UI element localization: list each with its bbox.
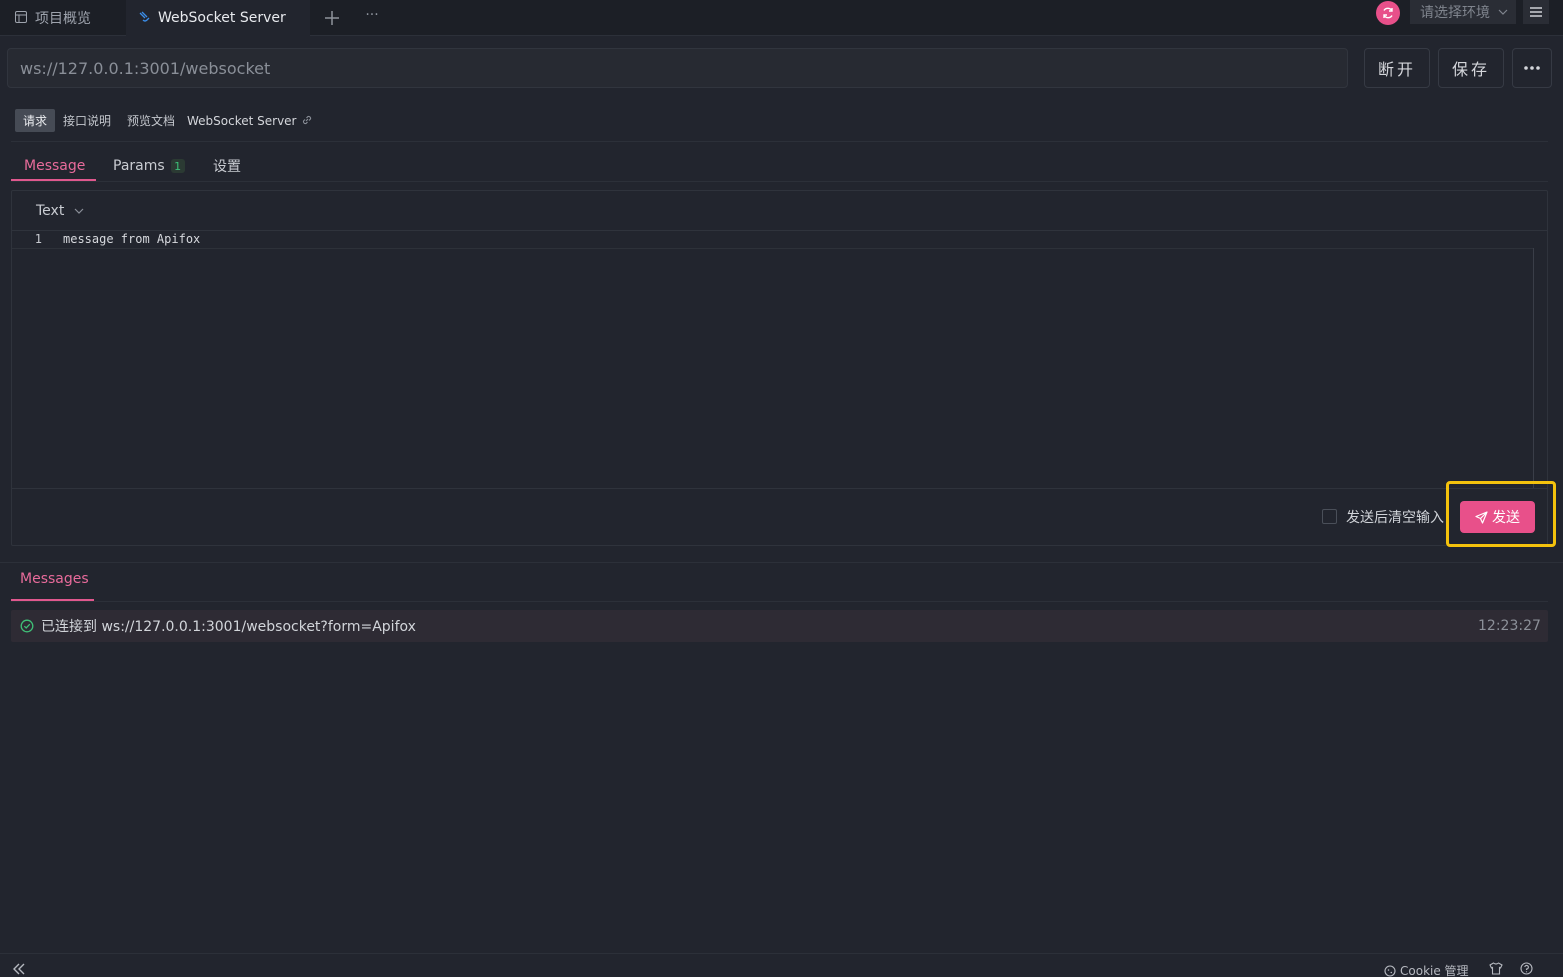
send-icon (1475, 510, 1488, 524)
chevron-down-icon (1498, 7, 1508, 17)
ellipsis-icon (1524, 66, 1540, 70)
url-input[interactable]: ws://127.0.0.1:3001/websocket (7, 48, 1348, 88)
add-tab-button[interactable] (319, 5, 345, 31)
shirt-icon[interactable] (1489, 962, 1503, 975)
divider (11, 141, 1548, 142)
current-line-highlight (12, 231, 1533, 249)
send-button[interactable]: 发送 (1460, 501, 1535, 533)
clear-after-send-checkbox[interactable] (1322, 509, 1337, 524)
message-time: 12:23:27 (1478, 618, 1541, 634)
tab-settings[interactable]: 设置 (213, 150, 241, 182)
double-chevron-left-icon (13, 963, 25, 975)
subnav-api-description[interactable]: 接口说明 (57, 109, 117, 132)
cookie-icon (1384, 964, 1396, 977)
more-icon: ··· (365, 7, 379, 23)
collapse-sidebar-button[interactable] (12, 963, 26, 975)
tab-settings-label: 设置 (213, 159, 241, 175)
more-tabs-button[interactable]: ··· (359, 2, 385, 28)
sync-icon (1383, 7, 1393, 19)
divider (0, 562, 1563, 563)
divider (12, 488, 1547, 489)
layout-icon (15, 11, 29, 25)
tab-label: 项目概览 (35, 11, 91, 27)
disconnect-button[interactable]: 断开 (1364, 48, 1430, 88)
tab-label: WebSocket Server (158, 10, 286, 26)
environment-placeholder: 请选择环境 (1420, 5, 1490, 21)
tab-message-label: Message (24, 158, 86, 174)
link-icon[interactable] (301, 114, 313, 130)
websocket-icon (138, 11, 152, 25)
menu-icon (1530, 7, 1542, 17)
plus-icon (325, 11, 339, 25)
url-value: ws://127.0.0.1:3001/websocket (20, 58, 271, 78)
message-text: 已连接到 ws://127.0.0.1:3001/websocket?form=… (41, 619, 416, 635)
tab-params-label: Params (113, 158, 165, 174)
check-circle-icon (20, 619, 34, 633)
api-name-label: WebSocket Server (187, 113, 297, 128)
help-icon[interactable] (1520, 962, 1533, 975)
chevron-down-icon (74, 206, 84, 216)
format-value: Text (36, 203, 65, 219)
divider (11, 601, 1548, 602)
more-actions-button[interactable] (1512, 48, 1552, 88)
params-count-badge: 1 (170, 159, 185, 173)
environment-select[interactable]: 请选择环境 (1410, 0, 1516, 24)
line-number: 1 (34, 232, 42, 246)
main-menu-button[interactable] (1523, 0, 1549, 24)
code-editor-content[interactable]: message from Apifox (63, 232, 200, 246)
api-name: WebSocket Server (187, 109, 297, 132)
status-bar (0, 953, 1563, 977)
tab-message[interactable]: Message (24, 150, 85, 182)
save-button[interactable]: 保存 (1438, 48, 1504, 88)
message-row[interactable]: 已连接到 ws://127.0.0.1:3001/websocket?form=… (11, 610, 1548, 642)
tab-messages[interactable]: Messages (20, 571, 89, 587)
sync-button[interactable] (1376, 1, 1400, 25)
send-label: 发送 (1492, 510, 1520, 526)
subnav-preview-doc[interactable]: 预览文档 (121, 109, 181, 132)
tab-params[interactable]: Params 1 (113, 150, 185, 182)
tab-project-overview[interactable]: 项目概览 (0, 0, 126, 36)
clear-after-send-label[interactable]: 发送后清空输入 (1346, 507, 1444, 527)
editor-scrollbar[interactable] (1533, 248, 1534, 488)
cookie-manager-button[interactable]: Cookie 管理 (1384, 962, 1469, 977)
format-select[interactable]: Text (36, 201, 84, 221)
subnav-request[interactable]: 请求 (15, 109, 55, 132)
divider (11, 181, 1548, 182)
cookie-manager-label: Cookie 管理 (1400, 964, 1469, 977)
tab-websocket-server[interactable]: WebSocket Server (126, 0, 310, 36)
